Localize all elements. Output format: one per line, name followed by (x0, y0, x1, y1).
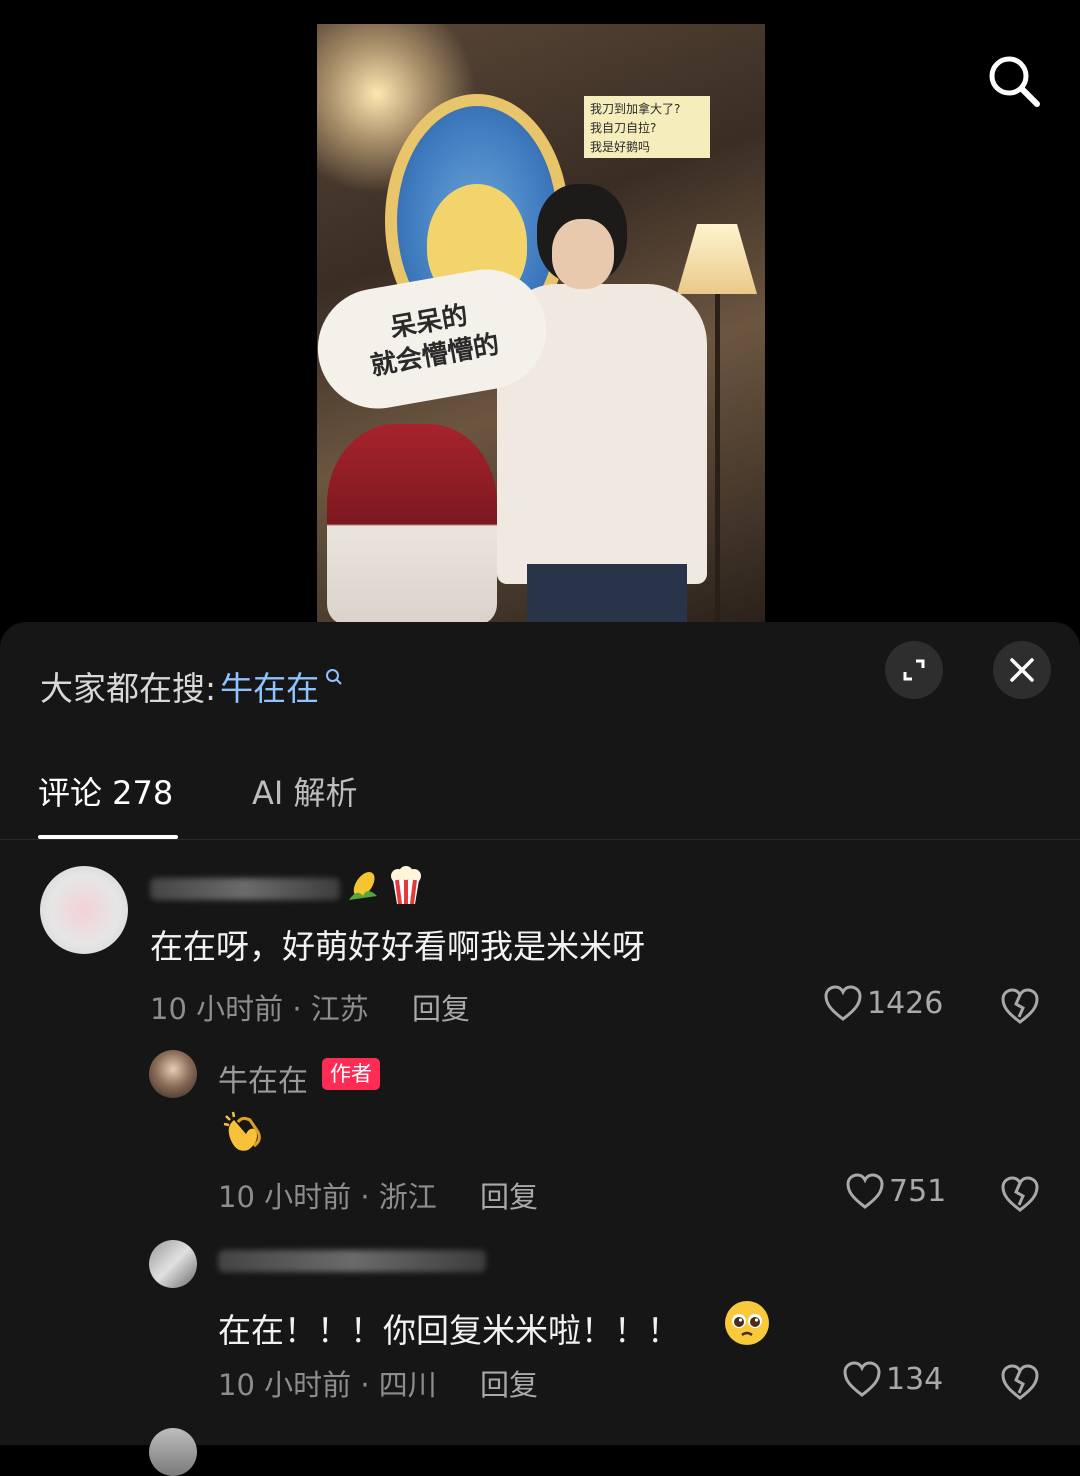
close-button[interactable] (993, 641, 1051, 699)
note-line-2: 我自刀自拉? (590, 121, 657, 135)
comment-meta: 10 小时前 · 江苏 (150, 992, 369, 1026)
heart-icon (846, 1173, 884, 1209)
like-button[interactable]: 751 (845, 1172, 946, 1210)
like-count: 751 (889, 1173, 947, 1209)
cartoon-character (327, 424, 497, 624)
reply-meta: 10 小时前 · 四川 (218, 1368, 437, 1402)
avatar[interactable] (149, 1240, 197, 1288)
dislike-icon[interactable] (999, 1172, 1041, 1214)
comment-tabs: 评论 278 AI 解析 (0, 762, 1080, 840)
blurred-username[interactable] (218, 1250, 486, 1272)
note-line-1: 我刀到加拿大了? (590, 102, 681, 116)
corn-icon (349, 872, 377, 900)
trending-search-prefix: 大家都在搜: (40, 669, 217, 708)
expand-button[interactable] (885, 641, 943, 699)
clapping-hands-icon (223, 1111, 261, 1151)
author-badge: 作者 (322, 1058, 380, 1090)
trending-search[interactable]: 大家都在搜: 牛在在 (40, 662, 343, 710)
like-count: 1426 (867, 985, 944, 1021)
tab-comments[interactable]: 评论 278 (38, 768, 173, 814)
heart-icon (843, 1361, 881, 1397)
dislike-icon[interactable] (999, 984, 1041, 1026)
person-legs (527, 564, 687, 624)
sticky-note: 我刀到加拿大了? 我自刀自拉? 我是好鹅吗 (584, 96, 710, 158)
like-count: 134 (886, 1361, 944, 1397)
reply-button[interactable]: 回复 (412, 986, 470, 1028)
like-button[interactable]: 134 (842, 1360, 943, 1398)
trending-search-keyword[interactable]: 牛在在 (220, 662, 319, 710)
avatar[interactable] (40, 866, 128, 954)
expand-icon (903, 659, 925, 681)
close-icon (1010, 658, 1034, 682)
comment-text: 在在呀，好萌好好看啊我是米米呀 (150, 927, 645, 966)
small-search-icon (326, 669, 342, 685)
heart-icon (824, 985, 862, 1021)
pleading-face-icon (725, 1301, 769, 1345)
avatar[interactable] (149, 1428, 197, 1476)
reply-button[interactable]: 回复 (480, 1362, 538, 1404)
video-frame[interactable]: 我刀到加拿大了? 我自刀自拉? 我是好鹅吗 呆呆的 就会懵懵的 (317, 24, 765, 624)
comment-sheet: 大家都在搜: 牛在在 评论 278 AI 解析 在在呀，好萌好好看啊我是米米呀 … (0, 622, 1080, 1476)
person-figure (497, 174, 747, 624)
reply-meta: 10 小时前 · 浙江 (218, 1180, 437, 1214)
reply-button[interactable]: 回复 (480, 1174, 538, 1216)
author-avatar[interactable] (149, 1050, 197, 1098)
blurred-username[interactable] (150, 878, 340, 900)
author-name[interactable]: 牛在在 (218, 1056, 308, 1100)
like-button[interactable]: 1426 (823, 984, 943, 1022)
reply-text: 在在！！！你回复米米啦！！！ (218, 1311, 680, 1350)
person-face (552, 219, 614, 289)
popcorn-icon (391, 866, 421, 905)
active-tab-indicator (38, 835, 178, 839)
tab-ai-analysis[interactable]: AI 解析 (252, 768, 358, 814)
note-line-3: 我是好鹅吗 (590, 140, 651, 154)
search-icon[interactable] (986, 53, 1042, 109)
dislike-icon[interactable] (999, 1360, 1041, 1402)
